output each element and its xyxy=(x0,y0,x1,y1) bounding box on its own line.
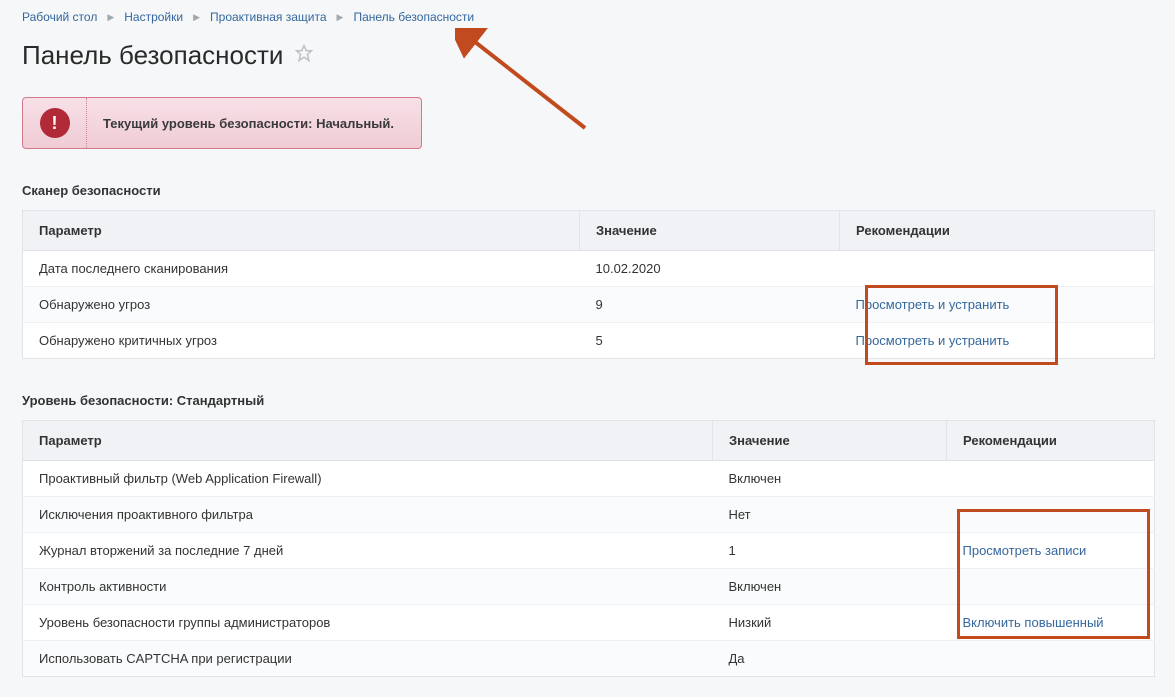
section-title: Сканер безопасности xyxy=(22,183,1155,198)
col-value: Значение xyxy=(580,211,840,251)
cell-param: Журнал вторжений за последние 7 дней xyxy=(23,533,713,569)
col-param: Параметр xyxy=(23,421,713,461)
chevron-right-icon: ▶ xyxy=(337,12,344,23)
exclamation-icon: ! xyxy=(40,108,70,138)
cell-param: Дата последнего сканирования xyxy=(23,251,580,287)
alert-banner: ! Текущий уровень безопасности: Начальны… xyxy=(22,97,422,149)
col-reco: Рекомендации xyxy=(840,211,1155,251)
alert-icon-wrap: ! xyxy=(23,98,87,148)
breadcrumb-item[interactable]: Рабочий стол xyxy=(22,10,97,24)
breadcrumb-item[interactable]: Панель безопасности xyxy=(353,10,474,24)
breadcrumb-item[interactable]: Проактивная защита xyxy=(210,10,327,24)
cell-value: 10.02.2020 xyxy=(580,251,840,287)
cell-param: Обнаружено угроз xyxy=(23,287,580,323)
cell-value: Нет xyxy=(713,497,947,533)
cell-value: 9 xyxy=(580,287,840,323)
alert-text: Текущий уровень безопасности: Начальный. xyxy=(87,116,394,131)
cell-param: Уровень безопасности группы администрато… xyxy=(23,605,713,641)
breadcrumb-item[interactable]: Настройки xyxy=(124,10,183,24)
table-row: Дата последнего сканирования 10.02.2020 xyxy=(23,251,1155,287)
cell-value: Включен xyxy=(713,461,947,497)
col-reco: Рекомендации xyxy=(947,421,1155,461)
cell-reco xyxy=(840,251,1155,287)
cell-value: 5 xyxy=(580,323,840,359)
page-title: Панель безопасности xyxy=(22,40,283,71)
annotation-highlight xyxy=(957,509,1150,639)
cell-param: Контроль активности xyxy=(23,569,713,605)
col-param: Параметр xyxy=(23,211,580,251)
chevron-right-icon: ▶ xyxy=(107,12,114,23)
col-value: Значение xyxy=(713,421,947,461)
cell-value: Низкий xyxy=(713,605,947,641)
cell-param: Использовать CAPTCHA при регистрации xyxy=(23,641,713,677)
cell-param: Обнаружено критичных угроз xyxy=(23,323,580,359)
cell-param: Проактивный фильтр (Web Application Fire… xyxy=(23,461,713,497)
star-icon[interactable] xyxy=(295,44,313,62)
chevron-right-icon: ▶ xyxy=(193,12,200,23)
section-title: Уровень безопасности: Стандартный xyxy=(22,393,1155,408)
cell-reco xyxy=(947,641,1155,677)
breadcrumb: Рабочий стол ▶ Настройки ▶ Проактивная з… xyxy=(22,6,1155,40)
cell-value: 1 xyxy=(713,533,947,569)
table-row: Использовать CAPTCHA при регистрации Да xyxy=(23,641,1155,677)
cell-value: Включен xyxy=(713,569,947,605)
annotation-highlight xyxy=(865,285,1058,365)
cell-param: Исключения проактивного фильтра xyxy=(23,497,713,533)
table-row: Проактивный фильтр (Web Application Fire… xyxy=(23,461,1155,497)
cell-value: Да xyxy=(713,641,947,677)
cell-reco xyxy=(947,461,1155,497)
